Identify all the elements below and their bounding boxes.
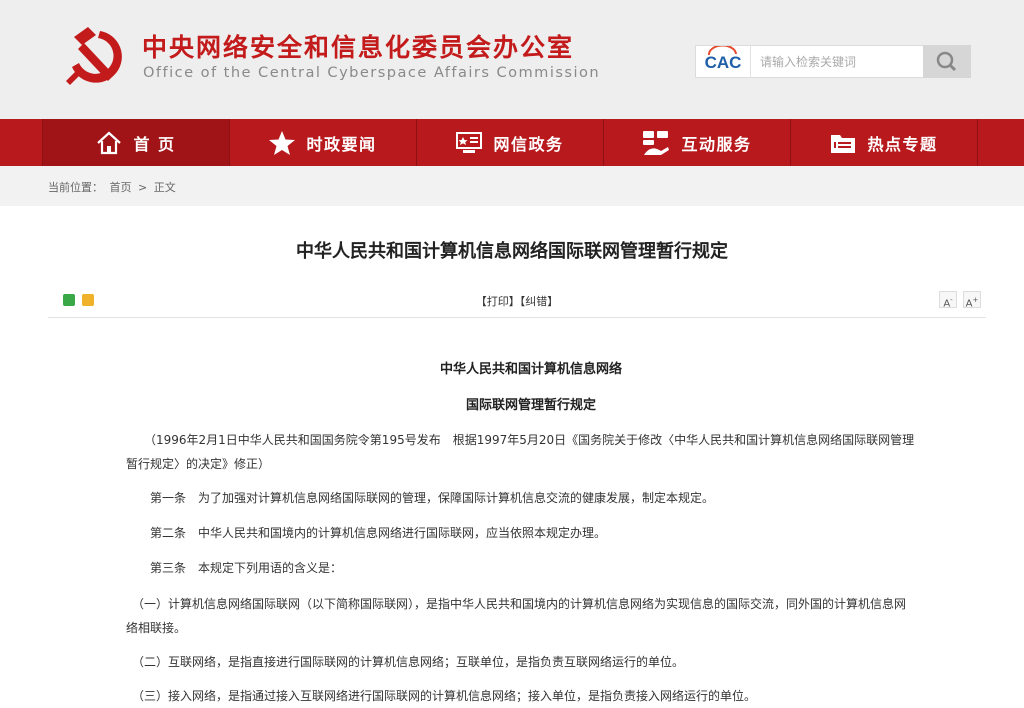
star-icon [269,130,296,155]
site-title-english: Office of the Central Cyberspace Affairs… [143,64,601,81]
home-icon [97,131,122,154]
print-link[interactable]: 【打印】 [476,295,520,308]
font-decrease-button[interactable]: A- [939,291,957,309]
nav-item-home[interactable]: 首 页 [42,119,230,166]
nav-item-label: 时政要闻 [306,134,377,154]
svg-text:CAC: CAC [705,53,742,72]
article-paragraph: 第一条 为了加强对计算机信息网络国际联网的管理，保障国际计算机信息交流的健康发展… [126,491,715,505]
article-toolbar: 【打印】【纠错】 A- A+ [48,287,986,318]
article-title: 中华人民共和国计算机信息网络国际联网管理暂行规定 [296,241,728,262]
nav-item-government[interactable]: 网信政务 [417,119,604,166]
nav-item-topics[interactable]: 热点专题 [791,119,978,166]
interaction-icon [643,130,670,155]
breadcrumb: 当前位置： 首页 > 正文 [0,166,1024,206]
site-title: 中央网络安全和信息化委员会办公室 [142,33,575,62]
article-paragraph: （三）接入网络，是指通过接入互联网络进行国际联网的计算机信息网络；接入单位，是指… [126,689,757,703]
article-heading-line2: 国际联网管理暂行规定 [465,398,596,413]
folder-icon [831,134,856,153]
nav-item-news[interactable]: 时政要闻 [230,119,417,166]
site-header: 中央网络安全和信息化委员会办公室 Office of the Central C… [0,0,1024,119]
breadcrumb-home-link[interactable]: 首页 [110,181,132,194]
breadcrumb-separator: > [138,181,148,194]
breadcrumb-current: 正文 [153,181,176,194]
search-button[interactable] [923,45,971,78]
nav-item-interaction[interactable]: 互动服务 [604,119,791,166]
article-paragraph: （一）计算机信息网络国际联网（以下简称国际联网），是指中华人民共和国境内的计算机… [126,597,907,635]
main-nav: 首 页 时政要闻 网信政务 互动服务 热点专题 [0,119,1024,166]
search-icon [936,51,957,72]
nav-item-label: 互动服务 [681,134,752,154]
search-input[interactable] [754,46,919,77]
article-paragraph: （二）互联网络，是指直接进行国际联网的计算机信息网络；互联单位，是指负责互联网络… [126,655,685,669]
nav-item-label: 热点专题 [867,134,938,154]
correction-link[interactable]: 【纠错】 [520,295,559,308]
article-paragraph: （1996年2月1日中华人民共和国国务院令第195号发布 根据1997年5月20… [126,433,915,471]
article-paragraph: 第三条 本规定下列用语的含义是： [126,561,343,575]
gov-board-icon [456,131,483,153]
nav-item-label: 首 页 [133,134,176,154]
article-paragraph: 第二条 中华人民共和国境内的计算机信息网络进行国际联网，应当依照本规定办理。 [126,526,607,540]
cac-logo: CAC [705,46,751,77]
hammer-sickle-icon [66,27,122,85]
article-heading-line1: 中华人民共和国计算机信息网络 [439,362,622,377]
breadcrumb-prefix: 当前位置： [48,181,103,194]
search-box: CAC [695,45,971,78]
font-increase-button[interactable]: A+ [963,291,981,309]
nav-item-label: 网信政务 [493,134,564,154]
